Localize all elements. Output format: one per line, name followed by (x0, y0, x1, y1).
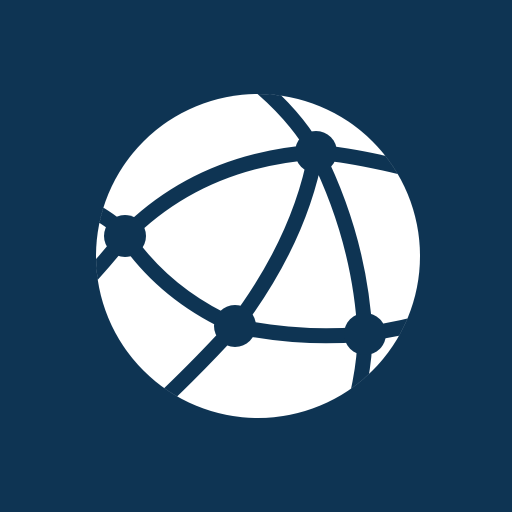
node-a (104, 215, 146, 257)
node-d (344, 313, 386, 355)
node-b (295, 131, 337, 173)
node-c (214, 305, 256, 347)
network-globe-icon (0, 0, 512, 512)
network-globe-app-icon (0, 0, 512, 512)
